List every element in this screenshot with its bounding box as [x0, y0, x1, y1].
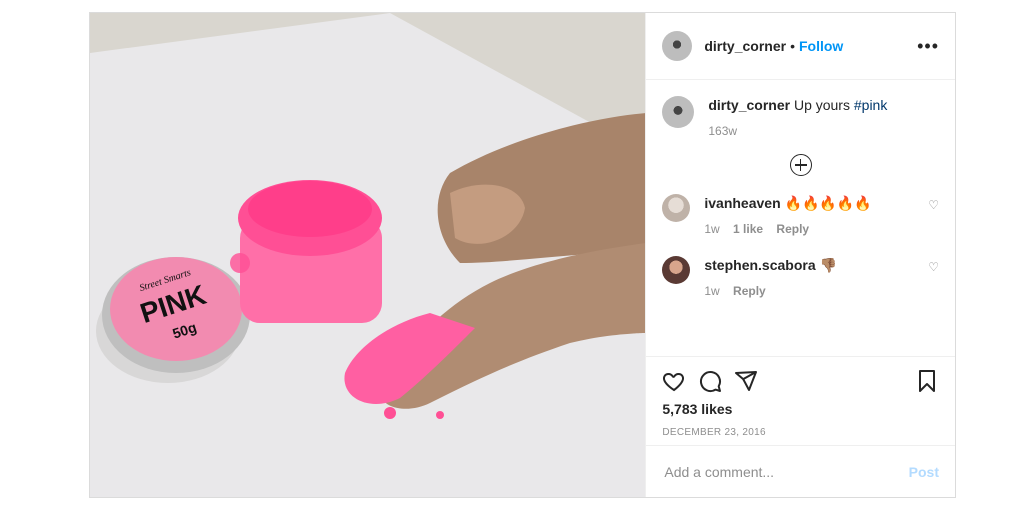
- comment-item: ivanheaven 🔥🔥🔥🔥🔥 1w 1 like Reply ♡: [662, 194, 939, 238]
- likes-count[interactable]: 5,783 likes: [662, 401, 939, 417]
- comment-meta: 1w Reply: [704, 284, 766, 298]
- comment-body: stephen.scabora 👎🏽 1w Reply: [704, 256, 837, 300]
- add-comment-input[interactable]: [662, 462, 909, 481]
- post-photo[interactable]: PINK 50g Street Smarts: [90, 13, 646, 497]
- post-actions: 5,783 likes DECEMBER 23, 2016: [646, 357, 955, 438]
- reply-button[interactable]: Reply: [776, 222, 809, 236]
- commenter-avatar[interactable]: [662, 256, 691, 284]
- post-date[interactable]: DECEMBER 23, 2016: [662, 427, 939, 438]
- post-comment-button[interactable]: Post: [909, 464, 939, 480]
- comment-username[interactable]: ivanheaven: [704, 195, 780, 211]
- load-more-comments-icon[interactable]: [789, 154, 812, 176]
- reply-button[interactable]: Reply: [733, 284, 766, 298]
- caption: dirty_corner Up yours #pink 163w: [662, 96, 939, 140]
- comment-icon[interactable]: [698, 369, 722, 393]
- comment-likes[interactable]: 1 like: [733, 222, 763, 236]
- load-more: [662, 154, 939, 176]
- add-comment-bar: Post: [646, 445, 955, 497]
- like-comment-icon[interactable]: ♡: [928, 198, 939, 212]
- comment-text: 🔥🔥🔥🔥🔥: [784, 195, 872, 211]
- post-sidebar: dirty_corner • Follow ••• dirty_corner U…: [645, 13, 955, 497]
- save-bookmark-icon[interactable]: [915, 369, 939, 393]
- caption-age: 163w: [708, 124, 738, 138]
- share-icon[interactable]: [734, 369, 758, 393]
- comment-meta: 1w 1 like Reply: [704, 222, 810, 236]
- photo-illustration: PINK 50g Street Smarts: [90, 13, 646, 497]
- separator-dot: •: [790, 38, 795, 54]
- like-comment-icon[interactable]: ♡: [928, 260, 939, 274]
- author-avatar[interactable]: [662, 31, 693, 61]
- caption-text: Up yours: [793, 97, 850, 113]
- comments-list[interactable]: dirty_corner Up yours #pink 163w ivanhea…: [646, 80, 955, 357]
- action-icons: [662, 367, 939, 395]
- more-options-icon[interactable]: •••: [917, 36, 939, 57]
- commenter-avatar[interactable]: [662, 194, 691, 222]
- post-header: dirty_corner • Follow •••: [646, 13, 955, 80]
- like-heart-icon[interactable]: [662, 369, 686, 393]
- follow-button[interactable]: Follow: [799, 38, 843, 54]
- caption-avatar[interactable]: [662, 96, 695, 128]
- caption-hashtag[interactable]: #pink: [854, 97, 887, 113]
- caption-username[interactable]: dirty_corner: [708, 97, 790, 113]
- author-username[interactable]: dirty_corner: [704, 38, 786, 54]
- caption-body: dirty_corner Up yours #pink 163w: [708, 96, 887, 140]
- comment-item: stephen.scabora 👎🏽 1w Reply ♡: [662, 256, 939, 300]
- comment-text: 👎🏽: [819, 257, 837, 273]
- comment-body: ivanheaven 🔥🔥🔥🔥🔥 1w 1 like Reply: [704, 194, 871, 238]
- comment-username[interactable]: stephen.scabora: [704, 257, 815, 273]
- instagram-post: PINK 50g Street Smarts dirty_corner • Fo…: [89, 12, 956, 498]
